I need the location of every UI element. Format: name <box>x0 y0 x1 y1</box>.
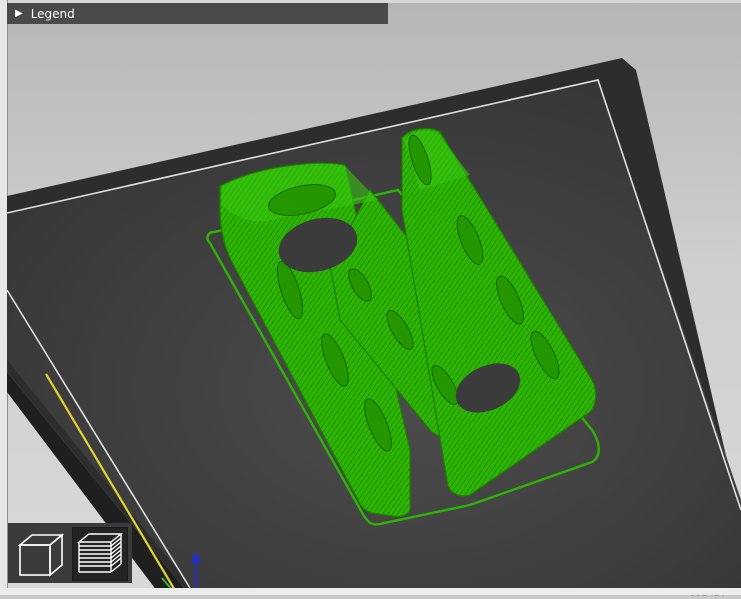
print-bed-scene[interactable] <box>0 0 741 595</box>
3d-view-button[interactable] <box>12 527 68 581</box>
triangle-right-icon: ▶ <box>15 8 23 19</box>
legend-header[interactable]: ▶ Legend <box>7 3 388 24</box>
cube-icon <box>17 533 65 577</box>
layers-view-button[interactable] <box>72 527 128 581</box>
3d-viewport[interactable]: ▶ Legend <box>0 0 741 599</box>
legend-label: Legend <box>30 6 75 21</box>
view-toggle-panel <box>8 523 132 583</box>
layers-icon <box>77 533 123 573</box>
bottom-strip <box>0 588 741 595</box>
